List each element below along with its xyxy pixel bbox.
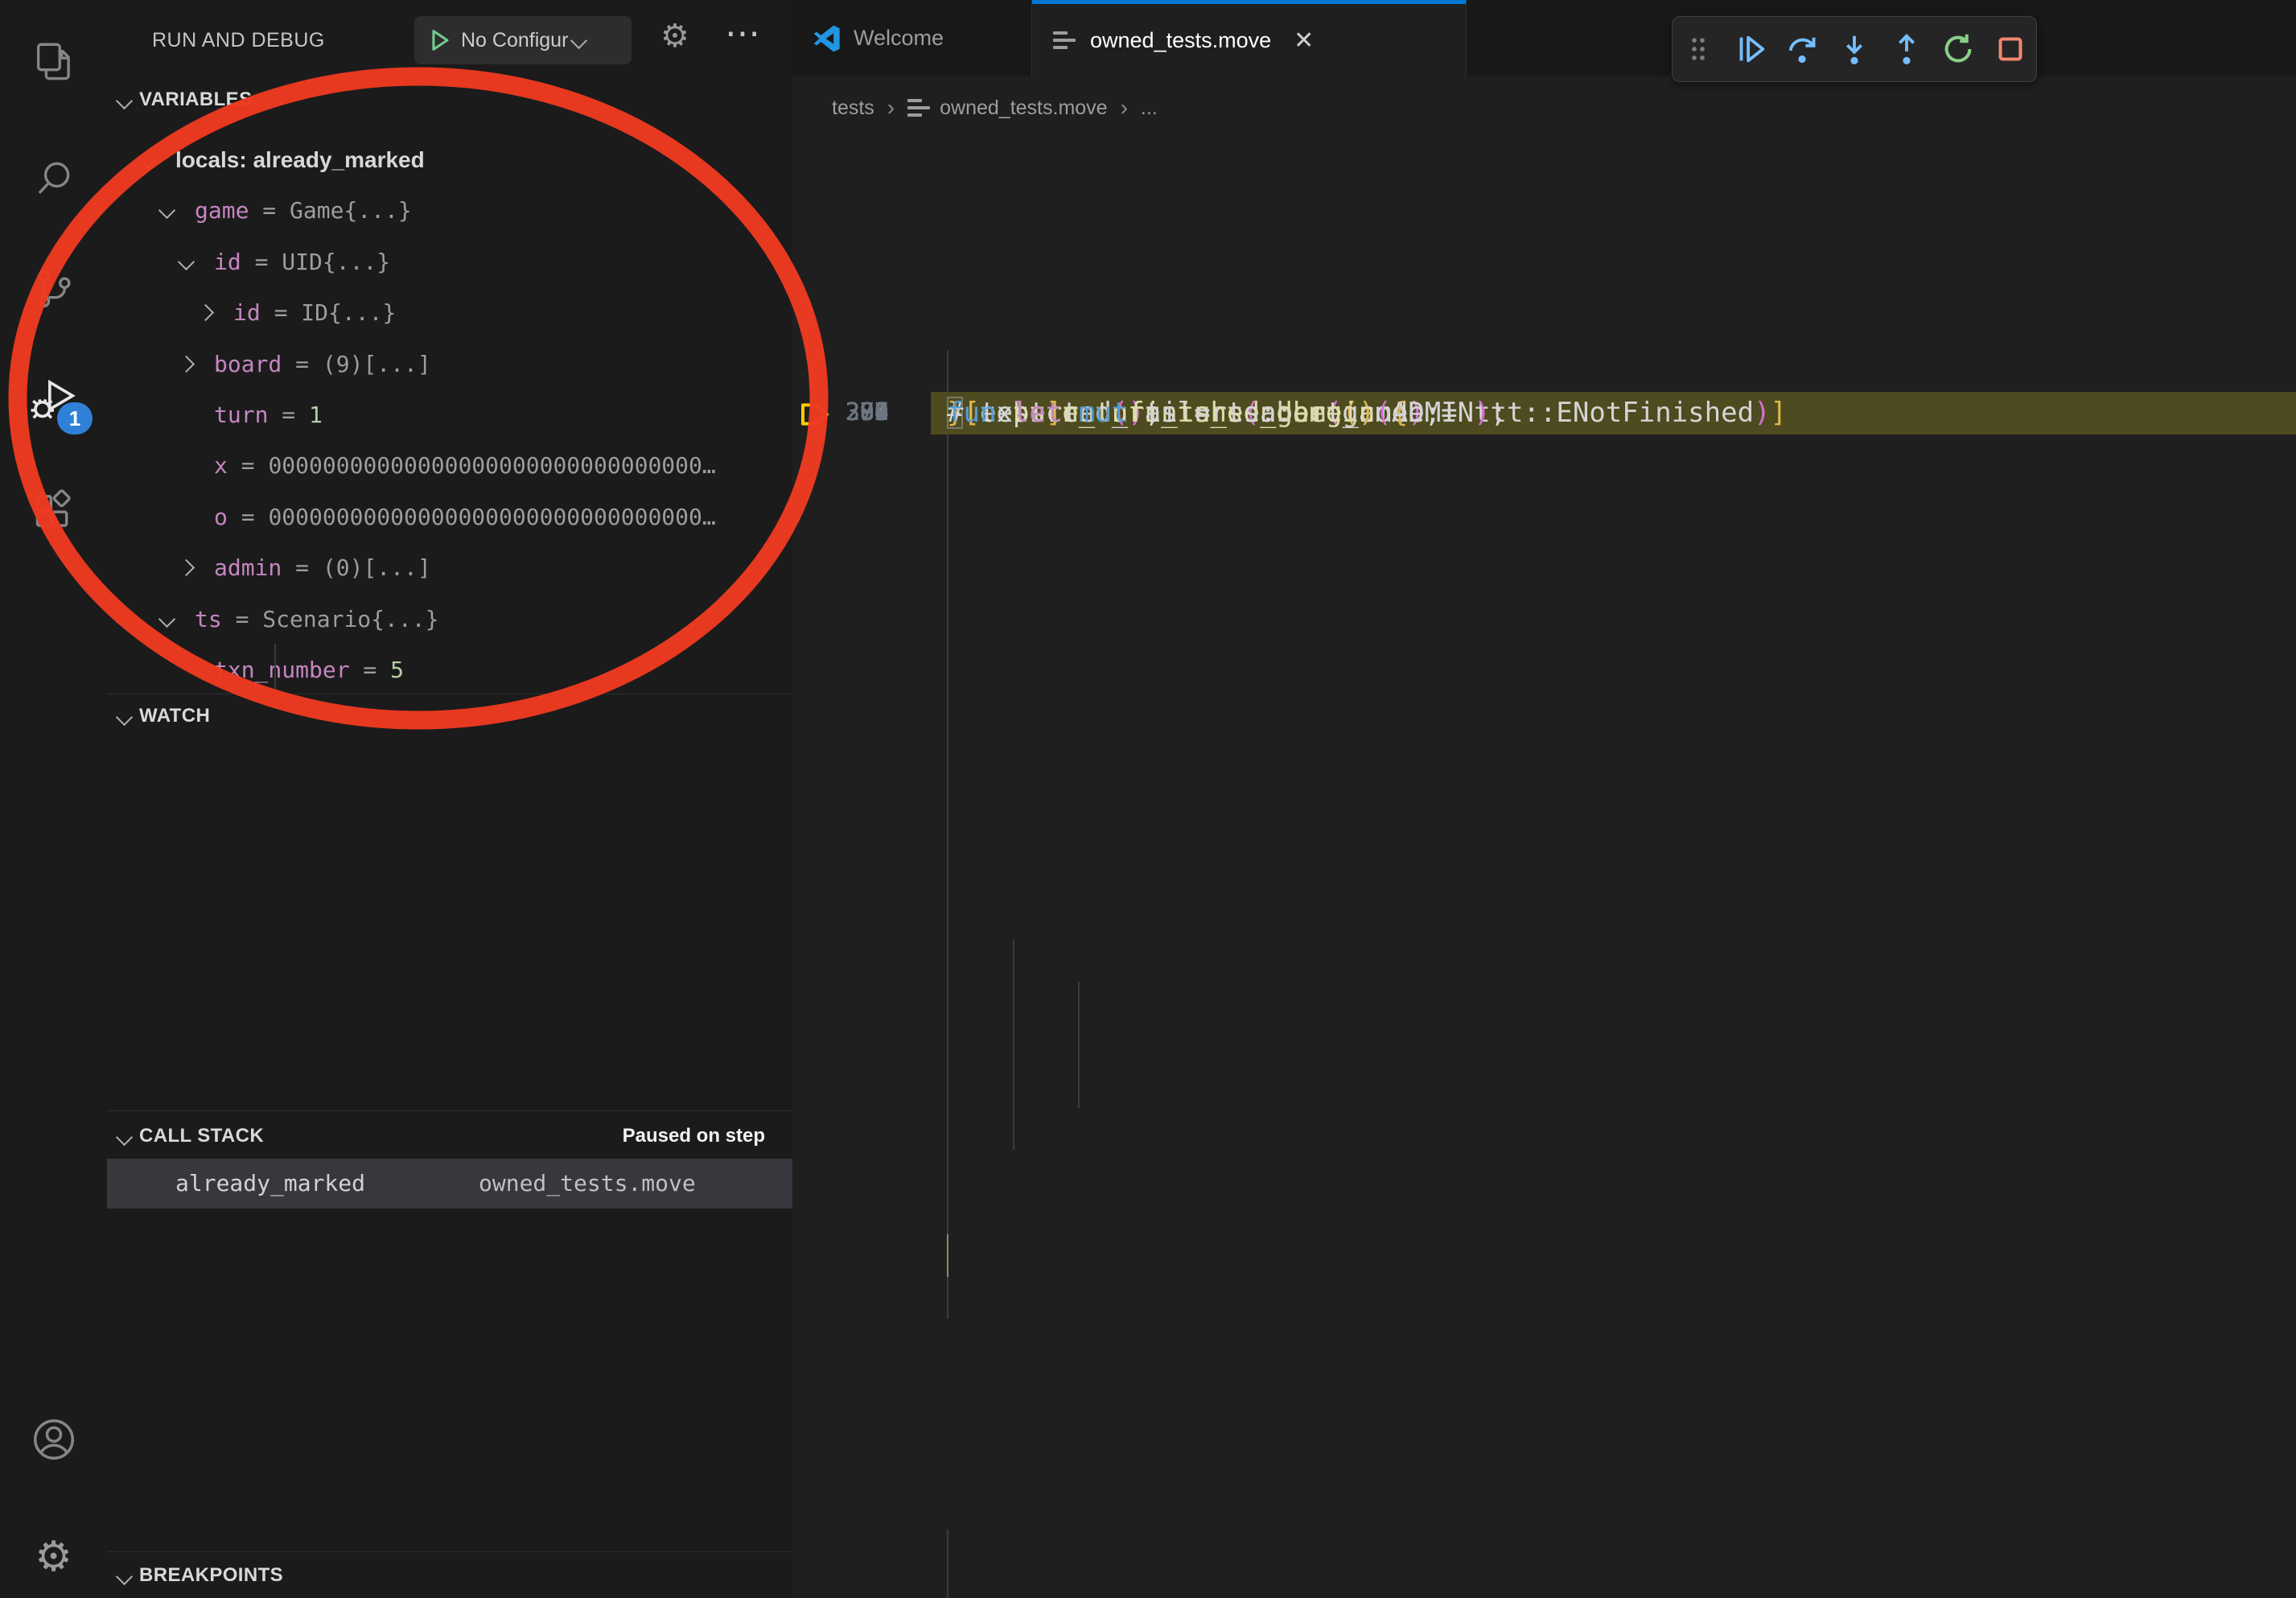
activity-source-control-icon[interactable] [0,245,107,333]
run-and-debug-sidebar: RUN AND DEBUG No Configur ⚙ ⋯ VARIABLES … [107,0,793,1598]
variable-text: txn_number = 5 [214,657,404,683]
indent-guide-highlighted [947,1234,948,1277]
variable-text: board = (9)[...] [214,351,431,377]
activity-account-icon[interactable] [0,1395,107,1484]
debug-config-dropdown[interactable]: No Configur [414,16,632,64]
chevron-down-icon[interactable] [139,151,156,168]
variable-row[interactable]: game = Game{...} [107,185,792,236]
tab-label[interactable]: Welcome [854,26,944,51]
editor-group: Welcome owned_tests.move ✕ tests › owned_t… [792,0,2296,1598]
chevron-down-icon[interactable] [158,610,175,627]
chevron-down-icon[interactable] [158,202,175,219]
vscode-logo-icon [813,25,841,52]
more-actions-icon[interactable]: ⋯ [725,13,760,54]
gripper-icon[interactable] [1675,26,1722,72]
frame-function-name[interactable]: already_marked [175,1170,365,1196]
breadcrumb-item[interactable]: owned_tests.move [940,97,1107,120]
variable-row[interactable]: board = (9)[...] [107,339,792,389]
sidebar-title: RUN AND DEBUG [152,29,325,52]
variable-row[interactable]: ts = Scenario{...} [107,594,792,645]
tab-owned-tests-move[interactable]: owned_tests.move ✕ [1032,0,1467,76]
activity-extensions-icon[interactable] [0,467,107,555]
code-editor[interactable]: 270#[test]271/// When a position is alre… [792,139,2296,1598]
variable-text: turn = 1 [214,402,323,428]
call-stack-status-badge: Paused on step [623,1125,765,1147]
call-stack-section-header[interactable]: CALL STACK [139,1125,264,1147]
variable-text: id = UID{...} [214,249,390,275]
variable-text: id = ID{...} [233,299,396,326]
move-file-icon [907,95,932,121]
chevron-right-icon[interactable] [178,355,195,372]
watch-collapse-icon[interactable] [116,709,133,726]
chevron-right-icon[interactable] [178,559,195,576]
variable-row[interactable]: o = 000000000000000000000000000000000000… [107,492,792,542]
close-icon[interactable]: ✕ [1294,27,1314,55]
restart-icon[interactable] [1935,26,1981,72]
chevron-down-icon[interactable] [178,253,195,270]
tab-label[interactable]: owned_tests.move [1090,28,1271,53]
variable-text: game = Game{...} [195,197,412,224]
variable-text: locals: already_marked [175,146,425,173]
variables-scope-row[interactable]: locals: already_marked [107,134,792,185]
activity-run-and-debug-icon[interactable]: 1 [0,356,107,444]
continue-icon[interactable] [1727,26,1774,72]
tree-indent-guide [274,644,276,692]
variable-row[interactable]: id = ID{...} [107,287,792,338]
frame-file-name[interactable]: owned_tests.move [479,1170,696,1196]
variable-row[interactable]: turn = 1 [107,389,792,440]
tab-welcome[interactable]: Welcome [792,0,1032,76]
variable-row[interactable]: id = UID{...} [107,237,792,287]
activity-search-icon[interactable] [0,134,107,222]
chevron-right-icon[interactable] [197,304,214,321]
move-file-icon [1053,27,1077,53]
debug-config-label[interactable]: No Configur [461,29,568,52]
debug-badge: 1 [57,402,93,435]
stop-icon[interactable] [1987,26,2034,72]
step-out-icon[interactable] [1883,26,1930,72]
indent-guide [947,350,948,1319]
debug-settings-gear-icon[interactable]: ⚙ [660,18,689,55]
step-over-icon[interactable] [1779,26,1825,72]
activity-settings-gear-icon[interactable]: ⚙ [0,1513,107,1598]
breadcrumb-item[interactable]: ... [1141,97,1158,120]
activity-explorer-icon[interactable] [0,18,107,106]
section-divider [107,1551,792,1552]
variables-section-header[interactable]: VARIABLES [139,89,253,111]
breakpoints-section-header[interactable]: BREAKPOINTS [139,1564,283,1587]
watch-section-header[interactable]: WATCH [139,705,210,727]
debug-toolbar [1672,16,2037,82]
variable-row[interactable]: x = 000000000000000000000000000000000000… [107,440,792,491]
variable-text: ts = Scenario{...} [195,606,438,632]
variables-collapse-icon[interactable] [116,93,133,109]
variable-row[interactable]: admin = (0)[...] [107,542,792,593]
variable-text: o = 000000000000000000000000000000000000… [214,504,718,530]
breadcrumb-separator: › [1121,95,1128,121]
activity-bar: 1⚙ [0,0,108,1598]
breadcrumb-item[interactable]: tests [832,97,874,120]
code-line[interactable]: 304 [792,392,2296,435]
breadcrumb-separator: › [887,95,895,121]
step-into-icon[interactable] [1831,26,1878,72]
indent-guide [947,1530,948,1598]
indent-guide [1078,982,1080,1108]
variable-row[interactable]: txn_number = 5 [107,645,792,695]
line-number[interactable]: 304 [792,392,889,434]
vscode-window: 1⚙ RUN AND DEBUG No Configur ⚙ ⋯ VARIABL… [0,0,2296,1598]
call-stack-collapse-icon[interactable] [116,1129,133,1146]
call-stack-frame-row[interactable]: already_marked owned_tests.move [107,1159,792,1209]
breadcrumb: tests › owned_tests.move ›... [792,76,2296,139]
breakpoints-collapse-icon[interactable] [116,1568,133,1585]
tab-bar: Welcome owned_tests.move ✕ [792,0,2296,76]
variable-text: x = 000000000000000000000000000000000000… [214,452,718,479]
start-debug-icon[interactable] [426,27,453,54]
section-divider [107,1110,792,1111]
indent-guide [1013,940,1014,1150]
variable-text: admin = (0)[...] [214,554,431,581]
chevron-down-icon[interactable] [570,31,587,48]
sidebar-header: RUN AND DEBUG No Configur ⚙ ⋯ [107,0,792,80]
